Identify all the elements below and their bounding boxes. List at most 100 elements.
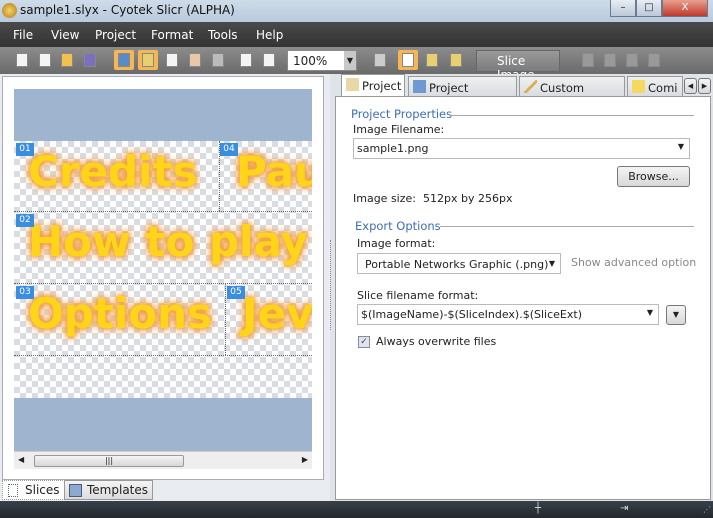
- scroll-left-icon[interactable]: ◀: [18, 455, 24, 464]
- overwrite-checkbox[interactable]: ✓: [358, 336, 370, 348]
- slice-label[interactable]: 05: [227, 286, 245, 299]
- view-grid-button[interactable]: [162, 50, 182, 70]
- menu-view[interactable]: View: [51, 28, 79, 42]
- source-image: Credits Pau How to play Options Jev 01 0…: [14, 141, 312, 398]
- resize-grip-icon[interactable]: ⋰: [703, 505, 711, 514]
- scroll-thumb[interactable]: |||: [34, 455, 184, 467]
- tab-scroll-left-icon[interactable]: ◀: [684, 78, 697, 94]
- image-canvas[interactable]: Credits Pau How to play Options Jev 01 0…: [14, 89, 312, 451]
- slice-label[interactable]: 04: [220, 143, 238, 156]
- divider: [449, 115, 694, 116]
- arrow-right-icon: [648, 53, 660, 67]
- show-advanced-link[interactable]: Show advanced option: [571, 256, 696, 269]
- menu-bar: File View Project Format Tools Help: [0, 22, 713, 47]
- select-tool-button[interactable]: [398, 50, 418, 70]
- project-icon: [346, 78, 359, 91]
- slice-format-label: Slice filename format:: [357, 289, 479, 302]
- image-word: Options: [28, 289, 212, 338]
- scroll-right-icon[interactable]: ▶: [302, 455, 308, 464]
- slice-format-combo[interactable]: $(ImageName)-$(SliceIndex).$(SliceExt) ▼: [357, 304, 659, 325]
- slice-size-icon: ⇥: [620, 503, 629, 514]
- tab-label: Slices: [25, 483, 60, 497]
- new-button[interactable]: [12, 50, 32, 70]
- slice-border: [225, 283, 226, 355]
- image-format-select[interactable]: Portable Networks Graphic (.png) ▼: [357, 253, 561, 274]
- image-word: Pau: [236, 147, 312, 196]
- auto-slice-button[interactable]: [370, 50, 390, 70]
- tab-comments[interactable]: Comi: [627, 76, 683, 97]
- slice-format-value: $(ImageName)-$(SliceIndex).$(SliceExt): [361, 308, 582, 321]
- view-slices-button[interactable]: [138, 50, 158, 70]
- image-word: How to play: [28, 217, 308, 266]
- tab-custom-fields[interactable]: Custom Fields: [519, 76, 625, 109]
- move-left-button[interactable]: [622, 50, 642, 70]
- note-icon: [632, 80, 645, 93]
- wand-icon: [374, 53, 386, 67]
- new-file-icon: [16, 53, 28, 67]
- slice-border: [14, 211, 312, 212]
- edit-button[interactable]: [35, 50, 55, 70]
- divider: [440, 226, 694, 227]
- edit-slice-button[interactable]: [446, 50, 466, 70]
- zoom-in-button[interactable]: [236, 50, 256, 70]
- properties-panel: Project Project Explorer Custom Fields C…: [335, 74, 713, 501]
- slice-image-button[interactable]: Slice Image: [476, 50, 560, 82]
- horizontal-scrollbar[interactable]: ◀ ||| ▶: [14, 451, 312, 469]
- menu-help[interactable]: Help: [256, 28, 283, 42]
- canvas-frame: Credits Pau How to play Options Jev 01 0…: [2, 76, 324, 480]
- open-button[interactable]: [57, 50, 77, 70]
- pencil-icon: [426, 53, 438, 67]
- slice-label[interactable]: 03: [16, 286, 34, 299]
- save-icon: [84, 53, 96, 67]
- move-down-button[interactable]: [600, 50, 620, 70]
- view-background-button[interactable]: [185, 50, 205, 70]
- maximize-button[interactable]: □: [636, 0, 662, 17]
- insert-token-button[interactable]: ▼: [666, 305, 686, 325]
- slice-label[interactable]: 02: [16, 214, 34, 227]
- image-format-label: Image format:: [357, 237, 436, 250]
- browse-button[interactable]: Browse...: [617, 166, 690, 187]
- move-up-button[interactable]: [578, 50, 598, 70]
- canvas-panel: Credits Pau How to play Options Jev 01 0…: [0, 74, 330, 501]
- menu-format[interactable]: Format: [151, 28, 193, 42]
- view-image-button[interactable]: [114, 50, 134, 70]
- slice-label[interactable]: 01: [16, 143, 34, 156]
- chevron-down-icon: ▼: [548, 259, 555, 268]
- zoom-select[interactable]: 100% ▼: [287, 50, 357, 71]
- grid-icon: [166, 53, 178, 67]
- menu-tools[interactable]: Tools: [208, 28, 238, 42]
- zoom-out-icon: [263, 53, 275, 67]
- menu-project[interactable]: Project: [95, 28, 136, 42]
- section-project-properties: Project Properties: [351, 107, 453, 121]
- zoom-value: 100%: [293, 54, 328, 68]
- view-transparency-button[interactable]: [208, 50, 228, 70]
- image-filename-combo[interactable]: sample1.png ▼: [353, 138, 690, 159]
- draw-slice-button[interactable]: [422, 50, 442, 70]
- tab-slices[interactable]: Slices: [2, 480, 65, 500]
- tab-project-explorer[interactable]: Project Explorer: [408, 76, 517, 109]
- image-word: Jev: [242, 289, 312, 338]
- minimize-button[interactable]: –: [610, 0, 636, 17]
- chevron-down-icon: ▼: [646, 308, 653, 317]
- splitter-handle[interactable]: [330, 240, 333, 330]
- tab-project[interactable]: Project: [341, 74, 405, 97]
- section-export-options: Export Options: [355, 219, 441, 233]
- slice-border: [14, 283, 312, 284]
- open-folder-icon: [61, 53, 73, 67]
- checker-icon: [212, 53, 224, 67]
- save-button[interactable]: [80, 50, 100, 70]
- tab-label: Project: [362, 79, 402, 93]
- overwrite-label: Always overwrite files: [376, 335, 497, 348]
- arrow-up-icon: [582, 53, 594, 67]
- image-size-label: Image size:: [353, 192, 416, 205]
- pointer-icon: [402, 53, 414, 67]
- image-word: Credits: [28, 147, 198, 196]
- zoom-out-button[interactable]: [259, 50, 279, 70]
- menu-file[interactable]: File: [13, 28, 33, 42]
- slice-border: [14, 355, 312, 356]
- tab-templates[interactable]: Templates: [64, 480, 154, 500]
- move-right-button[interactable]: [644, 50, 664, 70]
- tab-scroll-right-icon[interactable]: ▶: [698, 78, 711, 94]
- close-button[interactable]: X: [662, 0, 708, 17]
- image-format-value: Portable Networks Graphic (.png): [365, 258, 549, 271]
